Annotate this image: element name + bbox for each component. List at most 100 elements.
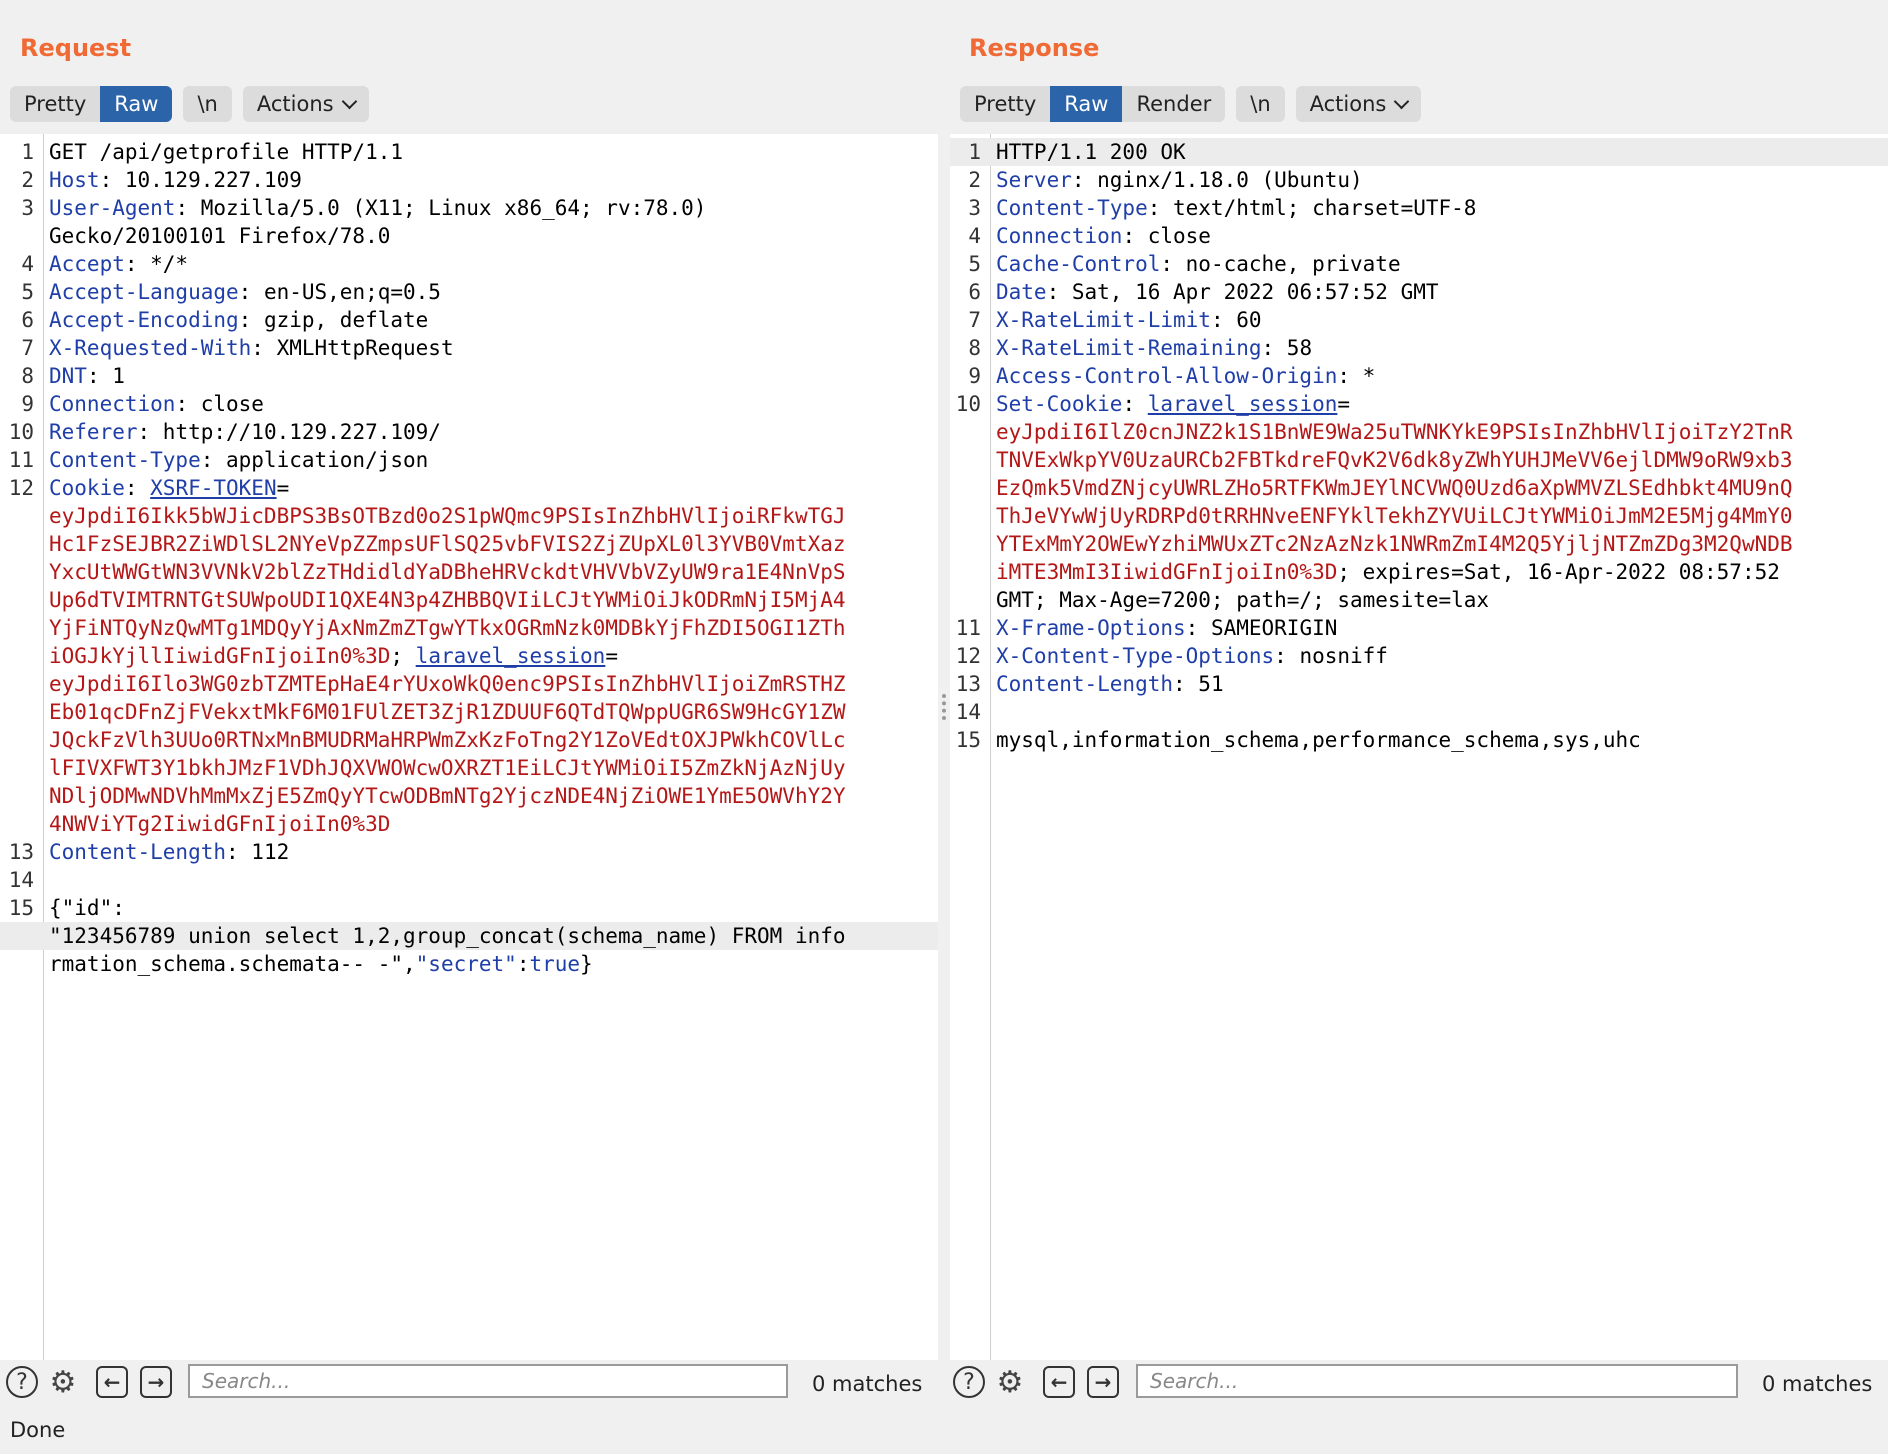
code-line: 4 Accept: */* [0, 250, 938, 278]
code-text: rmation_schema.schemata-- -", [49, 952, 416, 976]
header-name: Cookie [49, 476, 125, 500]
header-name: Host [49, 168, 100, 192]
cookie-value: 4NWViYTg2IiwidGFnIjoiIn0%3D [49, 812, 391, 836]
header-name: Accept-Encoding [49, 308, 239, 332]
arrow-right-icon[interactable]: → [1087, 1366, 1119, 1398]
actions-dropdown[interactable]: Actions [243, 86, 369, 122]
line-text: 4NWViYTg2IiwidGFnIjoiIn0%3D [34, 810, 390, 838]
request-editor[interactable]: 1 GET /api/getprofile HTTP/1.1 2 Host: 10.1… [0, 134, 938, 1360]
header-name: DNT [49, 364, 87, 388]
line-number [0, 222, 34, 250]
code-text: : no-cache, private [1160, 252, 1401, 276]
header-name: Connection [49, 392, 176, 416]
line-number [950, 446, 981, 474]
line-text: HTTP/1.1 200 OK [981, 138, 1186, 166]
tab-pretty[interactable]: Pretty [960, 86, 1050, 122]
code-text: : gzip, deflate [238, 308, 429, 332]
header-name: Date [996, 280, 1047, 304]
line-number: 9 [968, 364, 981, 388]
line-number: 14 [8, 868, 34, 892]
line-number [0, 810, 34, 838]
arrow-left-icon[interactable]: ← [96, 1366, 128, 1398]
tab-raw[interactable]: Raw [1050, 86, 1123, 122]
line-number: 3 [968, 196, 981, 220]
code-line: EzQmk5VmdZNjcyUWRLZHo5RTFKWmJEYlNCVWQ0Uz… [950, 474, 1888, 502]
request-search-bar: ? ⚙ ← → Search... 0 matches [0, 1360, 938, 1404]
newline-toggle-button[interactable]: \n [1236, 86, 1284, 122]
line-text: NDljODMwNDVhMmMxZjE5ZmQyYTcwODBmNTg2Yjcz… [34, 782, 846, 810]
code-line: Gecko/20100101 Firefox/78.0 [0, 222, 938, 250]
tab-pretty[interactable]: Pretty [10, 86, 100, 122]
code-text: "123456789 union select 1,2,group_concat… [49, 924, 846, 948]
line-text: iOGJkYjllIiwidGFnIjoiIn0%3D; laravel_ses… [34, 642, 618, 670]
gear-icon[interactable]: ⚙ [993, 1365, 1027, 1400]
tab-render[interactable]: Render [1122, 86, 1225, 122]
line-text: Connection: close [981, 222, 1211, 250]
code-line: 6 Date: Sat, 16 Apr 2022 06:57:52 GMT [950, 278, 1888, 306]
line-text: Host: 10.129.227.109 [34, 166, 302, 194]
help-icon[interactable]: ? [6, 1366, 38, 1398]
line-text [34, 866, 49, 894]
line-number [950, 502, 981, 530]
request-view-tabs: Pretty Raw [10, 86, 173, 122]
line-number: 12 [8, 476, 34, 500]
code-line: 7 X-RateLimit-Limit: 60 [950, 306, 1888, 334]
code-text: : nosniff [1274, 644, 1388, 668]
chevron-down-icon [341, 93, 357, 109]
line-number: 11 [8, 448, 34, 472]
line-number: 5 [968, 252, 981, 276]
line-number: 6 [21, 308, 34, 332]
header-name: Set-Cookie [996, 392, 1123, 416]
line-text [981, 698, 996, 726]
code-text: : nginx/1.18.0 (Ubuntu) [1071, 168, 1363, 192]
help-icon[interactable]: ? [953, 1366, 985, 1398]
cookie-value: NDljODMwNDVhMmMxZjE5ZmQyYTcwODBmNTg2Yjcz… [49, 784, 846, 808]
splitter-grip-icon[interactable] [942, 694, 950, 720]
actions-dropdown[interactable]: Actions [1296, 86, 1422, 122]
line-number: 1 [968, 140, 981, 164]
line-number [0, 754, 34, 782]
header-name: "secret" [415, 952, 517, 976]
code-line: lFIVXFWT3Y1bkhJMzF1VDhJQXVWOWcwOXRZT1EiL… [0, 754, 938, 782]
line-text: Content-Type: application/json [34, 446, 428, 474]
code-line: 12 Cookie: XSRF-TOKEN= [0, 474, 938, 502]
gear-icon[interactable]: ⚙ [46, 1365, 80, 1400]
line-number: 13 [8, 840, 34, 864]
code-line: 11 X-Frame-Options: SAMEORIGIN [950, 614, 1888, 642]
code-line: 3 User-Agent: Mozilla/5.0 (X11; Linux x86… [0, 194, 938, 222]
search-input[interactable]: Search... [1136, 1364, 1738, 1398]
line-text: Content-Length: 112 [34, 838, 289, 866]
code-line: GMT; Max-Age=7200; path=/; samesite=lax [950, 586, 1888, 614]
cookie-value: iMTE3MmI3IiwidGFnIjoiIn0%3D [996, 560, 1338, 584]
code-line: YxcUtWWGtWN3VVNkV2blZzTHdidldYaDBheHRVck… [0, 558, 938, 586]
response-editor[interactable]: 1 HTTP/1.1 200 OK 2 Server: nginx/1.18.0 (U… [950, 134, 1888, 1360]
cookie-value: ThJeVYwWjUyRDRPd0tRRHNveENFYklTekhZYVUiL… [996, 504, 1793, 528]
tab-raw[interactable]: Raw [100, 86, 173, 122]
line-number: 14 [955, 700, 981, 724]
line-number [0, 586, 34, 614]
code-text: = [605, 644, 618, 668]
arrow-left-icon[interactable]: ← [1043, 1366, 1075, 1398]
code-line: TNVExWkpYV0UzaURCb2FBTkdreFQvK2V6dk8yZWh… [950, 446, 1888, 474]
code-text: : SAMEORIGIN [1185, 616, 1338, 640]
arrow-right-icon[interactable]: → [140, 1366, 172, 1398]
code-text: : http://10.129.227.109/ [137, 420, 441, 444]
line-number [0, 642, 34, 670]
code-text: } [580, 952, 593, 976]
line-number [950, 558, 981, 586]
header-name: laravel_session [1147, 392, 1338, 416]
code-text: ; expires=Sat, 16-Apr-2022 08:57:52 [1337, 560, 1780, 584]
code-text: : Mozilla/5.0 (X11; Linux x86_64; rv:78.… [175, 196, 707, 220]
line-text: X-Content-Type-Options: nosniff [981, 642, 1388, 670]
header-name: X-Content-Type-Options [996, 644, 1275, 668]
header-name: X-Frame-Options [996, 616, 1186, 640]
code-line: eyJpdiI6Ikk5bWJicDBPS3BsOTBzd0o2S1pWQmc9… [0, 502, 938, 530]
line-number: 8 [21, 364, 34, 388]
line-text: rmation_schema.schemata-- -","secret":tr… [34, 950, 593, 978]
code-line: eyJpdiI6Ilo3WG0zbTZMTEpHaE4rYUxoWkQ0enc9… [0, 670, 938, 698]
search-input[interactable]: Search... [188, 1364, 788, 1398]
code-line: rmation_schema.schemata-- -","secret":tr… [0, 950, 938, 978]
newline-toggle-button[interactable]: \n [183, 86, 231, 122]
code-line: 6 Accept-Encoding: gzip, deflate [0, 306, 938, 334]
code-line: Eb01qcDFnZjFVekxtMkF6M01FUlZET3ZjR1ZDUUF… [0, 698, 938, 726]
